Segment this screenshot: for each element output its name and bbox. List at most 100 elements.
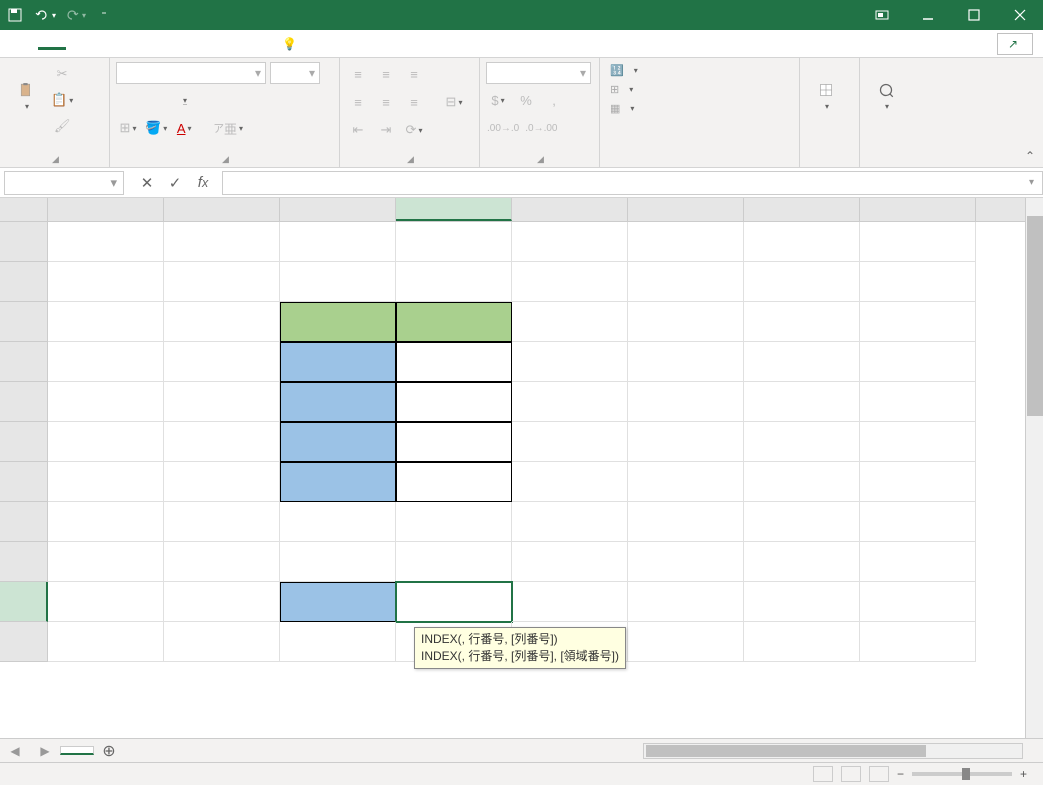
cell[interactable] (744, 302, 860, 342)
comma-button[interactable]: , (542, 88, 566, 112)
cell[interactable] (48, 302, 164, 342)
qa-undo-icon[interactable]: ▾ (30, 0, 60, 30)
cell[interactable] (512, 542, 628, 582)
row-header-9[interactable] (0, 542, 48, 582)
cell[interactable] (164, 462, 280, 502)
row-header-6[interactable] (0, 422, 48, 462)
tab-data[interactable] (150, 39, 178, 49)
cell[interactable] (48, 222, 164, 262)
name-box[interactable]: ▾ (4, 171, 124, 195)
row-header-1[interactable] (0, 222, 48, 262)
align-center-button[interactable]: ≡ (374, 90, 398, 114)
cell[interactable] (280, 622, 396, 662)
cell[interactable] (48, 622, 164, 662)
wrap-text-button[interactable] (442, 62, 466, 86)
zoom-out-icon[interactable]: − (897, 767, 904, 781)
font-name-combo[interactable]: ▾ (116, 62, 266, 84)
tab-file[interactable] (10, 39, 38, 49)
col-header-D[interactable] (396, 198, 512, 221)
cell[interactable] (628, 422, 744, 462)
table-format-button[interactable]: ⊞ ▾ (606, 81, 793, 98)
tab-view[interactable] (206, 39, 234, 49)
col-header-A[interactable] (48, 198, 164, 221)
cell[interactable] (48, 542, 164, 582)
cell[interactable] (48, 422, 164, 462)
align-left-button[interactable]: ≡ (346, 90, 370, 114)
cell[interactable] (744, 582, 860, 622)
col-header-E[interactable] (512, 198, 628, 221)
decrease-font-button[interactable] (240, 88, 264, 112)
cell[interactable] (512, 502, 628, 542)
cancel-formula-icon[interactable]: ✕ (134, 171, 160, 195)
cell[interactable] (164, 622, 280, 662)
cell[interactable] (164, 342, 280, 382)
cell-D4[interactable] (396, 342, 512, 382)
cell[interactable] (280, 262, 396, 302)
cell[interactable] (860, 382, 976, 422)
font-size-combo[interactable]: ▾ (270, 62, 320, 84)
orientation-button[interactable]: ⟳▾ (402, 118, 426, 142)
sheet-nav-next-icon[interactable]: ▶ (30, 744, 60, 758)
insert-function-icon[interactable]: fx (190, 171, 216, 195)
cell[interactable] (48, 342, 164, 382)
col-header-B[interactable] (164, 198, 280, 221)
cell[interactable] (48, 502, 164, 542)
tell-me[interactable]: 💡 (282, 37, 303, 51)
cell[interactable] (628, 382, 744, 422)
cell[interactable] (48, 582, 164, 622)
merge-button[interactable]: ⊟▾ (442, 90, 466, 114)
underline-button[interactable]: ▾ (172, 88, 196, 112)
cell-C5[interactable] (280, 382, 396, 422)
col-header-F[interactable] (628, 198, 744, 221)
tab-review[interactable] (178, 39, 206, 49)
cell[interactable] (164, 542, 280, 582)
cell[interactable] (744, 262, 860, 302)
cell[interactable] (860, 222, 976, 262)
font-color-button[interactable]: A▾ (172, 116, 196, 140)
cell-C4[interactable] (280, 342, 396, 382)
cell[interactable] (628, 222, 744, 262)
cell[interactable] (628, 582, 744, 622)
align-right-button[interactable]: ≡ (402, 90, 426, 114)
row-header-7[interactable] (0, 462, 48, 502)
cell[interactable] (396, 502, 512, 542)
cell[interactable] (860, 462, 976, 502)
cell[interactable] (164, 382, 280, 422)
cell[interactable] (512, 582, 628, 622)
qa-customize-icon[interactable]: ⁼ (90, 0, 120, 30)
cell[interactable] (164, 262, 280, 302)
col-header-H[interactable] (860, 198, 976, 221)
font-dialog-icon[interactable]: ◢ (222, 154, 229, 165)
cell[interactable] (744, 222, 860, 262)
align-bottom-button[interactable]: ≡ (402, 62, 426, 86)
alignment-dialog-icon[interactable]: ◢ (407, 154, 414, 165)
cell[interactable] (744, 422, 860, 462)
cell-C10[interactable] (280, 582, 396, 622)
cell[interactable] (164, 222, 280, 262)
align-top-button[interactable]: ≡ (346, 62, 370, 86)
italic-button[interactable] (144, 88, 168, 112)
cell-D9[interactable] (396, 542, 512, 582)
cell[interactable] (164, 302, 280, 342)
cell[interactable] (628, 302, 744, 342)
cell[interactable] (512, 422, 628, 462)
cell[interactable] (512, 462, 628, 502)
cell[interactable] (860, 582, 976, 622)
cell-styles-button[interactable]: ▦ ▾ (606, 100, 793, 117)
tab-page-layout[interactable] (94, 39, 122, 49)
clipboard-dialog-icon[interactable]: ◢ (52, 154, 59, 165)
row-header-4[interactable] (0, 342, 48, 382)
col-header-C[interactable] (280, 198, 396, 221)
align-middle-button[interactable]: ≡ (374, 62, 398, 86)
tab-formulas[interactable] (122, 39, 150, 49)
cell[interactable] (860, 342, 976, 382)
phonetic-button[interactable]: ア亜▾ (212, 116, 244, 140)
number-format-combo[interactable]: ▾ (486, 62, 591, 84)
cell-C6[interactable] (280, 422, 396, 462)
cell-D3[interactable] (396, 302, 512, 342)
cells-button[interactable]: ▾ (806, 62, 846, 130)
cell[interactable] (48, 462, 164, 502)
enter-formula-icon[interactable]: ✓ (162, 171, 188, 195)
sheet-tab-1[interactable] (60, 746, 94, 755)
cell[interactable] (628, 462, 744, 502)
